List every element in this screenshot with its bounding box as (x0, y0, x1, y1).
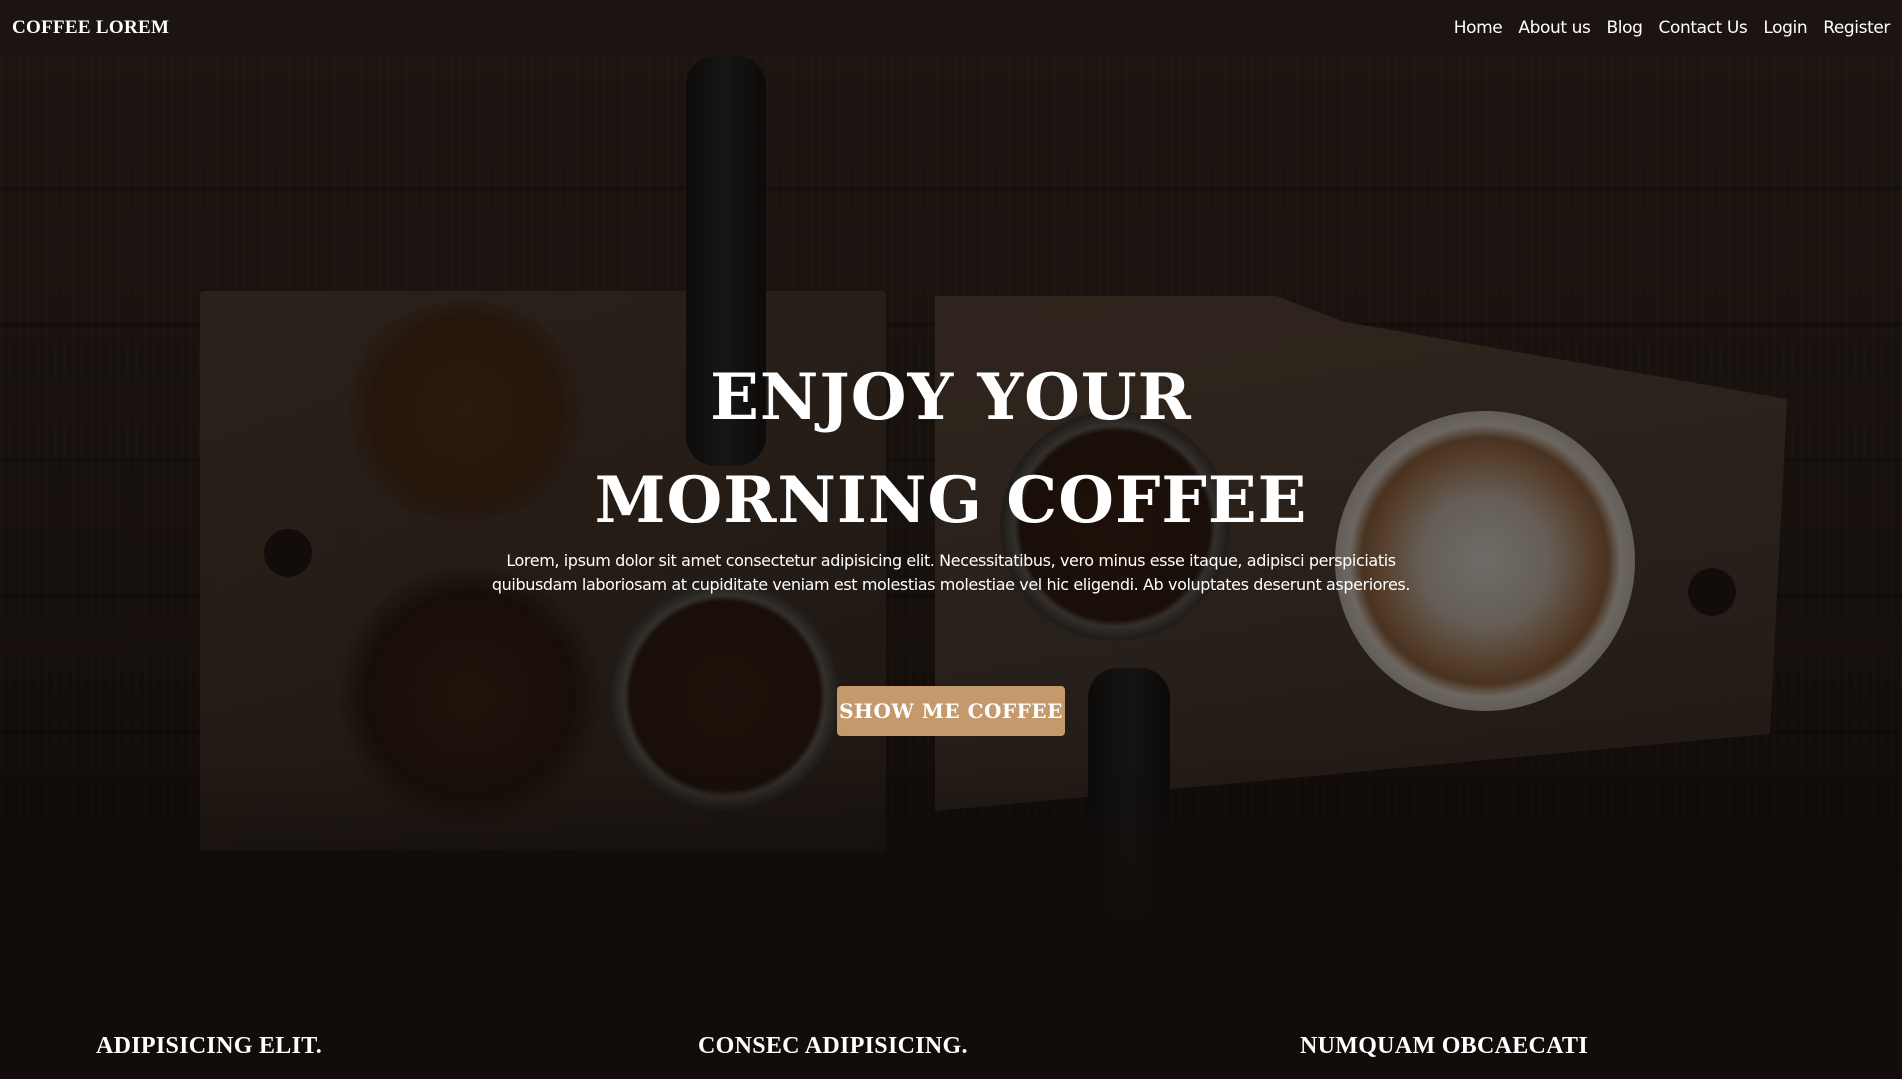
nav-link-home[interactable]: Home (1454, 18, 1503, 38)
show-me-coffee-button[interactable]: SHOW ME COFFEE (837, 686, 1065, 736)
navbar: COFFEE LOREM Home About us Blog Contact … (0, 0, 1902, 56)
brand-logo[interactable]: COFFEE LOREM (12, 17, 169, 39)
nav-link-register[interactable]: Register (1823, 18, 1890, 38)
features-row: ADIPISICING ELIT. CONSEC ADIPISICING. NU… (0, 1033, 1902, 1079)
nav-link-contact-us[interactable]: Contact Us (1658, 18, 1747, 38)
feature-title-3: NUMQUAM OBCAECATI (1300, 1033, 1588, 1059)
hero-bottom-fade (0, 756, 1902, 1079)
hero-title: ENJOY YOUR MORNING COFFEE (0, 346, 1902, 552)
hero-title-line-2: MORNING COFFEE (594, 463, 1308, 538)
hero-title-line-1: ENJOY YOUR (710, 360, 1192, 435)
feature-title-2: CONSEC ADIPISICING. (698, 1033, 968, 1059)
nav-link-about-us[interactable]: About us (1518, 18, 1591, 38)
feature-title-1: ADIPISICING ELIT. (96, 1033, 323, 1059)
hero-description: Lorem, ipsum dolor sit amet consectetur … (491, 551, 1411, 594)
nav-links: Home About us Blog Contact Us Login Regi… (1454, 18, 1891, 38)
nav-link-blog[interactable]: Blog (1606, 18, 1642, 38)
nav-link-login[interactable]: Login (1763, 18, 1807, 38)
